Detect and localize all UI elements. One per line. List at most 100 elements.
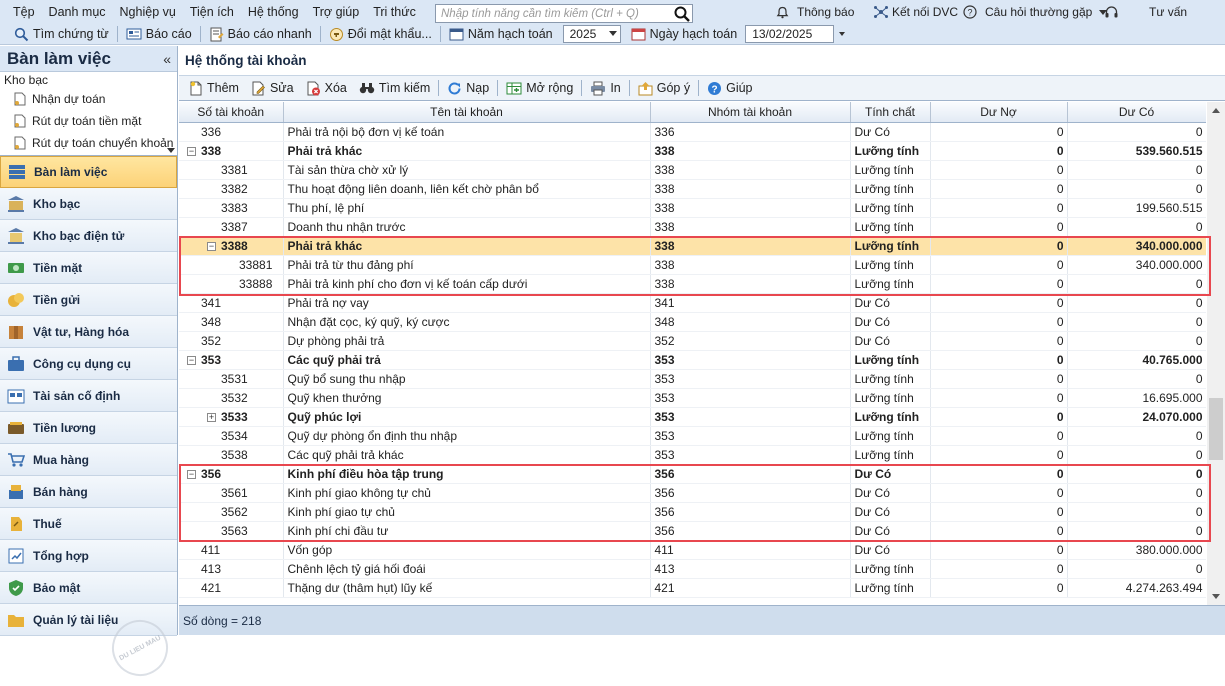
table-row[interactable]: 3381 Tài sản thừa chờ xử lý 338 Lưỡng tính 0…	[179, 160, 1206, 180]
reload-button[interactable]: Nạp	[441, 77, 495, 99]
sidebar-item-salary[interactable]: Tiền lương	[0, 412, 177, 444]
help-button[interactable]: ? Giúp	[701, 77, 758, 99]
table-row[interactable]: −353 Các quỹ phải trả 353 Lưỡng tính 0 40.765…	[179, 350, 1206, 370]
tree-item[interactable]: Rút dự toán tiền mặt	[0, 110, 177, 132]
sidebar-item-goods[interactable]: Vật tư, Hàng hóa	[0, 316, 177, 348]
posting-date-picker[interactable]: 13/02/2025	[745, 25, 835, 43]
table-row[interactable]: 3562 Kinh phí giao tự chủ 356 Dư Có 0 0	[179, 502, 1206, 522]
search-button[interactable]: Tìm kiếm	[353, 77, 436, 99]
cell-nature: Lưỡng tính	[850, 369, 931, 389]
sidebar-item-e-treasury[interactable]: Kho bạc điện tử	[0, 220, 177, 252]
search-icon[interactable]	[672, 5, 692, 22]
sidebar-item-summary[interactable]: Tổng hợp	[0, 540, 177, 572]
menu-item-2[interactable]: Nghiệp vụ	[113, 5, 183, 19]
sidebar-item-cart[interactable]: Mua hàng	[0, 444, 177, 476]
advice-button[interactable]: Tư vấn	[1149, 0, 1187, 24]
table-row[interactable]: 341 Phải trả nợ vay 341 Dư Có 0 0	[179, 293, 1206, 313]
table-row[interactable]: 3383 Thu phí, lệ phí 338 Lưỡng tính 0 199.560…	[179, 198, 1206, 218]
scrollbar-thumb[interactable]	[1209, 398, 1223, 460]
table-row[interactable]: 3561 Kinh phí giao không tự chủ 356 Dư Có 0 0	[179, 483, 1206, 503]
print-button[interactable]: In	[584, 77, 626, 99]
table-row[interactable]: 33881 Phải trả từ thu đảng phí 338 Lưỡng tí…	[179, 255, 1206, 275]
collapse-toggle-icon[interactable]: −	[187, 355, 196, 365]
feature-search-box[interactable]: Nhập tính năng cần tìm kiếm (Ctrl + Q)	[435, 4, 693, 23]
menu-item-3[interactable]: Tiện ích	[183, 5, 241, 19]
menu-item-4[interactable]: Hệ thống	[241, 5, 306, 19]
account-code: 413	[201, 561, 222, 576]
faq-button[interactable]: ? Câu hỏi thường gặp	[963, 0, 1108, 24]
headset-icon[interactable]	[1104, 0, 1119, 24]
expand-button[interactable]: Mở rộng	[500, 77, 579, 99]
feature-search-input[interactable]: Nhập tính năng cần tìm kiếm (Ctrl + Q)	[436, 8, 672, 20]
tree-item[interactable]: Rút dự toán chuyển khoản	[0, 132, 177, 154]
account-code: 3381	[221, 162, 248, 177]
table-row[interactable]: 33888 Phải trả kinh phí cho đơn vị kế toá…	[179, 274, 1206, 294]
sidebar-item-desk[interactable]: Bàn làm việc	[0, 156, 177, 188]
quick-report-button[interactable]: Báo cáo nhanh	[203, 24, 318, 44]
table-row[interactable]: −338 Phải trả khác 338 Lưỡng tính 0 539.560.5…	[179, 141, 1206, 161]
tree-item[interactable]: Nhận dự toán	[0, 88, 177, 110]
table-row[interactable]: 421 Thặng dư (thâm hụt) lũy kế 421 Lưỡng tí…	[179, 578, 1206, 598]
menu-item-5[interactable]: Trợ giúp	[306, 5, 367, 19]
voucher-search-button[interactable]: Tìm chứng từ	[8, 24, 115, 44]
scroll-down-icon[interactable]	[1212, 594, 1220, 599]
collapse-toggle-icon[interactable]: −	[187, 469, 196, 479]
fiscal-year-select[interactable]: 2025	[562, 25, 621, 43]
collapse-icon[interactable]: «	[163, 51, 171, 67]
account-code: 3531	[221, 371, 248, 386]
table-row[interactable]: 3563 Kinh phí chi đầu tư 356 Dư Có 0 0	[179, 521, 1206, 541]
column-header[interactable]: Nhóm tài khoản	[650, 102, 851, 123]
table-row[interactable]: 336 Phải trả nội bộ đơn vị kế toán 336 Dư C…	[179, 122, 1206, 142]
column-header[interactable]: Dư Có	[1067, 102, 1206, 123]
sidebar-item-shield[interactable]: Bảo mật	[0, 572, 177, 604]
table-row[interactable]: 3387 Doanh thu nhận trước 338 Lưỡng tính 0 0	[179, 217, 1206, 237]
sidebar-item-treasury[interactable]: Kho bạc	[0, 188, 177, 220]
menu-item-0[interactable]: Tệp	[0, 5, 42, 19]
notifications-button[interactable]: Thông báo	[776, 0, 854, 24]
table-row[interactable]: −3388 Phải trả khác 338 Lưỡng tính 0 340.000.…	[179, 236, 1206, 256]
sidebar-item-deposit[interactable]: Tiền gửi	[0, 284, 177, 316]
collapse-toggle-icon[interactable]: −	[207, 241, 216, 251]
table-row[interactable]: 3538 Các quỹ phải trả khác 353 Lưỡng tính 0 0	[179, 445, 1206, 465]
scroll-up-icon[interactable]	[1212, 108, 1220, 113]
sidebar-item-cash[interactable]: Tiền mặt	[0, 252, 177, 284]
edit-button[interactable]: Sửa	[245, 77, 300, 99]
table-row[interactable]: 411 Vốn góp 411 Dư Có 0 380.000.000	[179, 540, 1206, 560]
delete-button[interactable]: Xóa	[300, 77, 353, 99]
menu-item-1[interactable]: Danh mục	[42, 5, 113, 19]
column-header[interactable]: Dư Nợ	[930, 102, 1068, 123]
table-row[interactable]: 3532 Quỹ khen thưởng 353 Lưỡng tính 0 16.695.…	[179, 388, 1206, 408]
vertical-scrollbar[interactable]	[1207, 102, 1225, 605]
sidebar-item-tax[interactable]: Thuế	[0, 508, 177, 540]
tree-scroll-down-icon[interactable]	[167, 148, 175, 153]
collapse-toggle-icon[interactable]: −	[187, 146, 196, 156]
column-header[interactable]: Số tài khoản	[179, 102, 284, 123]
table-row[interactable]: 3531 Quỹ bổ sung thu nhập 353 Lưỡng tính 0 0	[179, 369, 1206, 389]
column-header[interactable]: Tên tài khoản	[283, 102, 651, 123]
table-row[interactable]: 413 Chênh lệch tỷ giá hối đoái 413 Lưỡng tí…	[179, 559, 1206, 579]
menu-item-6[interactable]: Tri thức	[366, 5, 423, 19]
table-row[interactable]: 352 Dự phòng phải trả 352 Dư Có 0 0	[179, 331, 1206, 351]
table-row[interactable]: 3534 Quỹ dự phòng ổn định thu nhập 353 Lưỡn…	[179, 426, 1206, 446]
account-code: 336	[201, 124, 222, 139]
cell-debit: 0	[930, 160, 1068, 180]
cell-code: 411	[179, 540, 284, 560]
table-row[interactable]: +3533 Quỹ phúc lợi 353 Lưỡng tính 0 24.070.00…	[179, 407, 1206, 427]
feedback-button[interactable]: Góp ý	[632, 77, 696, 99]
table-row[interactable]: 3382 Thu hoạt động liên doanh, liên kết c…	[179, 179, 1206, 199]
sidebar-item-fixed-asset[interactable]: Tài sản cố định	[0, 380, 177, 412]
cell-name: Phải trả khác	[283, 236, 651, 256]
table-row[interactable]: 348 Nhận đặt cọc, ký quỹ, ký cược 348 Dư Có…	[179, 312, 1206, 332]
cell-nature: Dư Có	[850, 293, 931, 313]
sidebar-item-tools[interactable]: Công cụ dụng cụ	[0, 348, 177, 380]
overflow-caret-icon[interactable]	[839, 32, 846, 36]
fiscal-year-text: Năm hạch toán	[467, 27, 553, 41]
sidebar-item-sales[interactable]: Bán hàng	[0, 476, 177, 508]
change-password-button[interactable]: Đổi mật khẩu...	[323, 24, 438, 44]
connect-dvc-button[interactable]: Kết nối DVC	[873, 0, 958, 24]
expand-toggle-icon[interactable]: +	[207, 412, 216, 422]
column-header[interactable]: Tính chất	[850, 102, 931, 123]
report-button[interactable]: Báo cáo	[120, 24, 198, 44]
add-button[interactable]: Thêm	[183, 77, 245, 99]
table-row[interactable]: −356 Kinh phí điều hòa tập trung 356 Dư Có 0…	[179, 464, 1206, 484]
